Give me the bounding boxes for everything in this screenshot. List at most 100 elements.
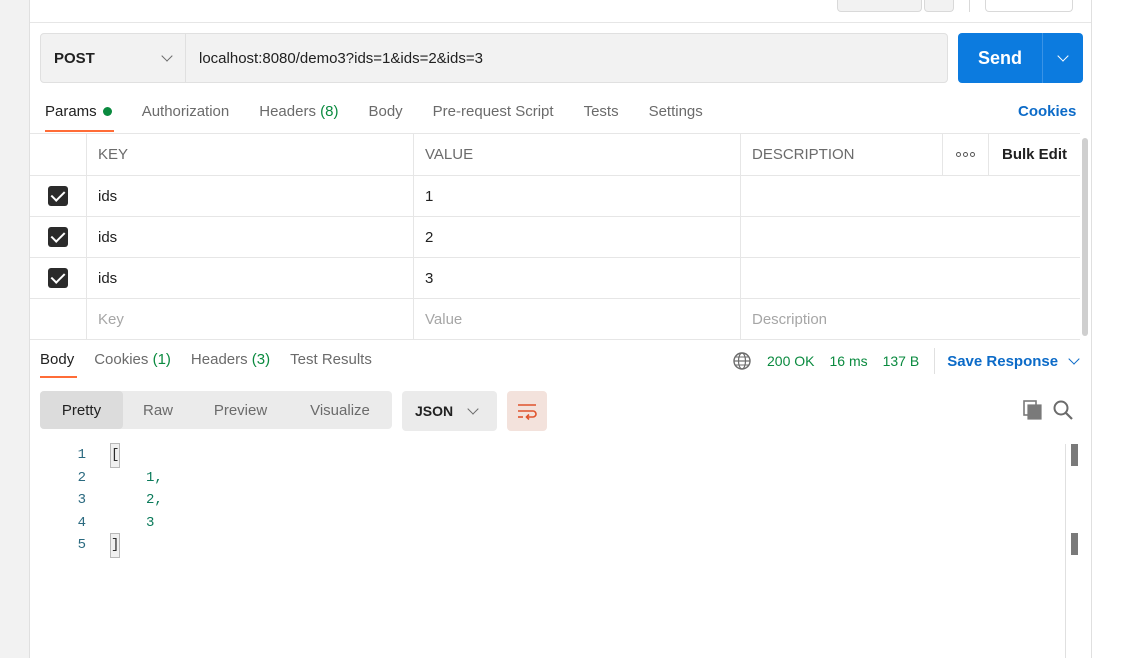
send-button[interactable]: Send [958,33,1083,83]
code-text: 1, [146,469,163,486]
view-visualize[interactable]: Visualize [288,391,392,429]
request-tabs: Params Authorization Headers (8) Body Pr… [45,100,733,132]
tab-test-results[interactable]: Test Results [290,348,372,378]
tab-headers[interactable]: Headers (8) [259,100,338,132]
tab-response-cookies-count: (1) [152,351,171,368]
tab-response-cookies[interactable]: Cookies (1) [94,348,171,378]
top-divider [969,0,970,12]
response-status-bar: 200 OK 16 ms 137 B Save Response [732,348,1080,374]
row-checkbox-cell [30,217,86,257]
top-toolbar-dropdown[interactable] [924,0,954,12]
tab-body-label: Body [368,103,403,120]
tab-body[interactable]: Body [368,100,402,132]
params-scrollbar[interactable] [1082,138,1088,336]
code-text: 3 [146,514,155,531]
left-sidebar-strip [0,0,30,658]
param-value[interactable]: 3 [413,258,740,298]
search-icon[interactable] [1052,399,1074,421]
new-value-input[interactable]: Value [413,299,740,339]
code-line: 2 1, [30,467,1066,490]
tab-response-cookies-label: Cookies [94,351,149,368]
checkbox-checked-icon[interactable] [48,268,68,288]
save-response-button[interactable]: Save Response [947,352,1080,370]
param-value[interactable]: 1 [413,176,740,216]
param-key[interactable]: ids [86,258,413,298]
tab-response-headers-count: (3) [251,351,271,368]
view-pretty[interactable]: Pretty [40,391,123,429]
top-toolbar-control[interactable] [985,0,1073,12]
tab-prerequest-label: Pre-request Script [432,103,554,120]
tab-authorization[interactable]: Authorization [142,100,230,132]
code-line: 1 [ [30,443,1066,468]
tab-headers-count: (8) [320,103,339,120]
param-key[interactable]: ids [86,217,413,257]
view-preview[interactable]: Preview [193,391,288,429]
tab-response-headers-label: Headers [190,351,248,368]
tab-response-body[interactable]: Body [40,348,78,378]
header-value: VALUE [413,134,740,175]
line-number: 3 [77,492,86,508]
response-body-editor[interactable]: 1 [ 2 1, 3 2, 4 3 5 ] [30,443,1066,658]
tab-settings[interactable]: Settings [649,100,703,132]
chevron-down-icon [161,50,173,62]
param-value[interactable]: 2 [413,217,740,257]
tab-settings-label: Settings [648,103,703,120]
editor-scroll-marker[interactable] [1071,533,1078,555]
tab-params-label: Params [45,103,97,120]
code-text: ] [109,533,121,558]
row-checkbox-cell [30,258,86,298]
format-select[interactable]: JSON [402,391,497,431]
more-options-button[interactable] [942,134,988,175]
chevron-down-icon [467,403,479,415]
params-header-row: KEY VALUE DESCRIPTION Bulk Edit [30,134,1080,176]
tab-test-results-label: Test Results [290,351,372,368]
editor-scroll-track [1065,444,1066,658]
view-mode-tabs: Pretty Raw Preview Visualize [40,391,392,429]
param-key[interactable]: ids [86,176,413,216]
top-toolbar-button[interactable] [837,0,922,12]
globe-icon[interactable] [732,351,752,371]
checkbox-checked-icon[interactable] [48,186,68,206]
new-param-row: Key Value Description [30,299,1080,340]
code-line: 5 ] [30,533,1066,558]
response-time[interactable]: 16 ms [829,353,867,369]
copy-icon[interactable] [1022,399,1044,421]
line-number: 5 [77,537,86,553]
code-line: 3 2, [30,489,1066,512]
param-description[interactable] [740,217,1080,257]
tab-tests[interactable]: Tests [584,100,619,132]
tab-prerequest-script[interactable]: Pre-request Script [433,100,554,132]
header-key: KEY [86,134,413,175]
row-checkbox-cell [30,299,86,339]
editor-scroll-marker[interactable] [1071,444,1078,466]
url-input[interactable] [186,34,947,82]
save-response-label: Save Response [947,352,1059,370]
tab-headers-label: Headers [259,103,316,120]
tab-params[interactable]: Params [45,100,114,132]
right-sidebar-strip [1091,0,1131,658]
new-description-input[interactable]: Description [740,299,1080,339]
tab-response-headers[interactable]: Headers (3) [191,348,270,378]
send-dropdown[interactable] [1042,33,1083,83]
header-checkbox-cell [30,134,86,175]
response-size[interactable]: 137 B [883,353,920,369]
tab-response-body-label: Body [40,351,75,368]
param-description[interactable] [740,176,1080,216]
top-separator [30,22,1091,23]
table-row: ids 3 [30,258,1080,299]
code-text: 2, [146,492,163,508]
line-number: 2 [77,469,86,486]
view-raw[interactable]: Raw [123,391,193,429]
tab-tests-label: Tests [583,103,619,120]
format-label: JSON [415,403,454,419]
line-number: 1 [77,447,86,463]
method-select[interactable]: POST [41,34,186,82]
new-key-input[interactable]: Key [86,299,413,339]
param-description[interactable] [740,258,1080,298]
checkbox-checked-icon[interactable] [48,227,68,247]
bulk-edit-button[interactable]: Bulk Edit [988,134,1080,175]
cookies-link[interactable]: Cookies [1018,100,1076,124]
wrap-lines-button[interactable] [507,391,547,431]
status-code[interactable]: 200 OK [767,353,814,369]
wrap-lines-icon [518,404,537,420]
